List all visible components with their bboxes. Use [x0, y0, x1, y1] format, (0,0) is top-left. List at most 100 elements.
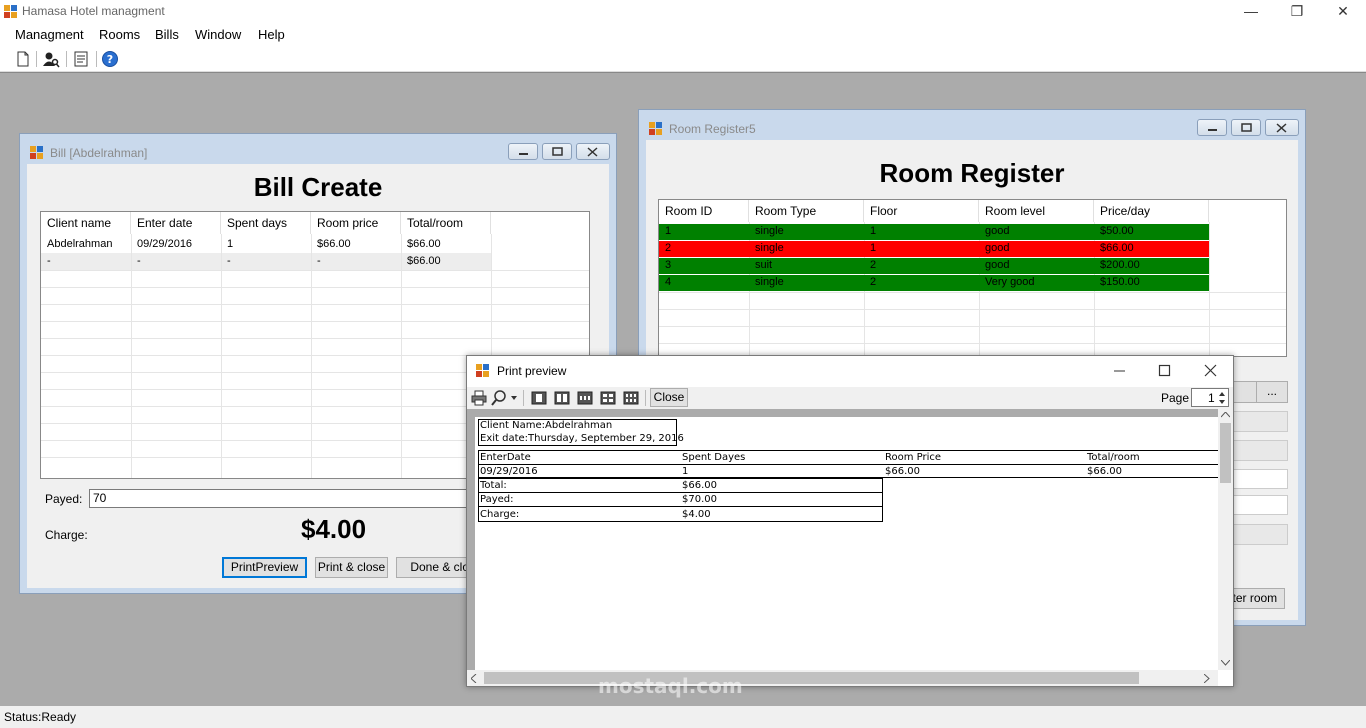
print-close-button[interactable]: Print & close: [315, 557, 388, 578]
table-cell[interactable]: Very good: [979, 274, 1094, 291]
table-cell[interactable]: -: [131, 253, 221, 270]
table-cell[interactable]: good: [979, 240, 1094, 257]
print-preview-button[interactable]: PrintPreview: [222, 557, 307, 578]
spin-arrows-icon[interactable]: [1216, 390, 1228, 406]
close-icon[interactable]: [1204, 364, 1218, 378]
minimize-button[interactable]: [1197, 119, 1227, 136]
restore-button[interactable]: ❐: [1274, 0, 1320, 24]
room-input-2[interactable]: [1226, 495, 1288, 515]
user-search-icon[interactable]: [42, 50, 60, 68]
scroll-up-icon[interactable]: [1221, 412, 1230, 418]
table-cell[interactable]: $66.00: [401, 253, 491, 270]
column-header[interactable]: Room level: [979, 200, 1094, 222]
table-cell[interactable]: 3: [659, 257, 749, 274]
table-cell[interactable]: 1: [864, 223, 979, 240]
new-document-icon[interactable]: [14, 50, 32, 68]
page-value: 1: [1208, 391, 1215, 405]
scroll-down-icon[interactable]: [1221, 660, 1230, 666]
column-header[interactable]: Enter date: [131, 212, 221, 234]
table-cell[interactable]: -: [41, 253, 131, 270]
menu-rooms[interactable]: Rooms: [99, 27, 140, 42]
scroll-thumb[interactable]: [1220, 423, 1231, 483]
minimize-icon[interactable]: [1113, 364, 1127, 378]
row-totalroom: $66.00: [1087, 466, 1122, 477]
table-cell[interactable]: 1: [659, 223, 749, 240]
totals-rule: [478, 492, 883, 493]
table-cell[interactable]: 1: [864, 240, 979, 257]
table-cell[interactable]: single: [749, 274, 864, 291]
zoom-icon[interactable]: [491, 390, 519, 406]
report-icon[interactable]: [72, 50, 90, 68]
payed-input[interactable]: 70: [89, 489, 489, 508]
browse-button[interactable]: ...: [1256, 381, 1288, 403]
table-cell[interactable]: good: [979, 223, 1094, 240]
maximize-icon[interactable]: [1158, 364, 1172, 378]
table-cell[interactable]: Abdelrahman: [41, 236, 131, 253]
three-pages-icon[interactable]: [577, 391, 593, 405]
minimize-button[interactable]: —: [1228, 0, 1274, 24]
room-combo-2[interactable]: [1226, 440, 1288, 461]
printer-icon[interactable]: [471, 390, 487, 406]
horizontal-scrollbar[interactable]: [467, 670, 1218, 686]
page-stepper[interactable]: 1: [1191, 388, 1229, 407]
table-cell[interactable]: 09/29/2016: [131, 236, 221, 253]
close-button[interactable]: [576, 143, 610, 160]
four-pages-icon[interactable]: [600, 391, 616, 405]
menu-bills[interactable]: Bills: [155, 27, 179, 42]
column-header[interactable]: Total/room: [401, 212, 491, 234]
column-header[interactable]: Room Type: [749, 200, 864, 222]
client-name-text: Client Name:Abdelrahman: [480, 420, 613, 431]
menu-help[interactable]: Help: [258, 27, 285, 42]
two-pages-icon[interactable]: [554, 391, 570, 405]
minimize-button[interactable]: [508, 143, 538, 160]
charge-value: $4.00: [301, 514, 367, 544]
table-cell[interactable]: 2: [864, 257, 979, 274]
preview-close-button[interactable]: Close: [650, 388, 688, 407]
menu-managment[interactable]: Managment: [15, 27, 84, 42]
help-icon[interactable]: ?: [101, 50, 119, 68]
table-cell[interactable]: 2: [864, 274, 979, 291]
table-cell[interactable]: 4: [659, 274, 749, 291]
close-button[interactable]: [1265, 119, 1299, 136]
table-cell[interactable]: $66.00: [401, 236, 491, 253]
table-cell[interactable]: 1: [221, 236, 311, 253]
room-grid[interactable]: Room ID Room Type Floor Room level Price…: [658, 199, 1287, 357]
table-cell[interactable]: suit: [749, 257, 864, 274]
six-pages-icon[interactable]: [623, 391, 639, 405]
minimize-icon: [1208, 129, 1217, 131]
menu-window[interactable]: Window: [195, 27, 241, 42]
vertical-scrollbar[interactable]: [1218, 409, 1233, 670]
app-icon: [4, 5, 17, 18]
column-header[interactable]: Client name: [41, 212, 131, 234]
column-header[interactable]: Room price: [311, 212, 401, 234]
room-window-title: Room Register5: [669, 122, 756, 136]
table-cell[interactable]: single: [749, 223, 864, 240]
one-page-icon[interactable]: [531, 391, 547, 405]
table-cell[interactable]: $50.00: [1094, 223, 1209, 240]
column-header[interactable]: Spent days: [221, 212, 311, 234]
table-cell[interactable]: good: [979, 257, 1094, 274]
table-cell[interactable]: -: [311, 253, 401, 270]
table-cell[interactable]: single: [749, 240, 864, 257]
room-combo-1[interactable]: [1226, 411, 1288, 432]
column-header[interactable]: Room ID: [659, 200, 749, 222]
payed-label: Payed:: [45, 492, 83, 506]
column-header[interactable]: Price/day: [1094, 200, 1209, 222]
toolbar-separator: [36, 51, 37, 67]
table-cell[interactable]: -: [221, 253, 311, 270]
table-cell[interactable]: $200.00: [1094, 257, 1209, 274]
maximize-button[interactable]: [1231, 119, 1261, 136]
column-header[interactable]: Floor: [864, 200, 979, 222]
table-cell[interactable]: 2: [659, 240, 749, 257]
table-cell[interactable]: $66.00: [1094, 240, 1209, 257]
scroll-right-icon[interactable]: [1204, 674, 1210, 683]
room-combo-3[interactable]: [1226, 524, 1288, 545]
page-title: Bill Create: [253, 172, 383, 202]
table-cell[interactable]: $66.00: [311, 236, 401, 253]
maximize-button[interactable]: [542, 143, 572, 160]
room-input-1[interactable]: [1226, 469, 1288, 489]
scroll-thumb[interactable]: [484, 672, 1139, 684]
close-button[interactable]: ✕: [1320, 0, 1366, 24]
table-cell[interactable]: $150.00: [1094, 274, 1209, 291]
scroll-left-icon[interactable]: [471, 674, 477, 683]
